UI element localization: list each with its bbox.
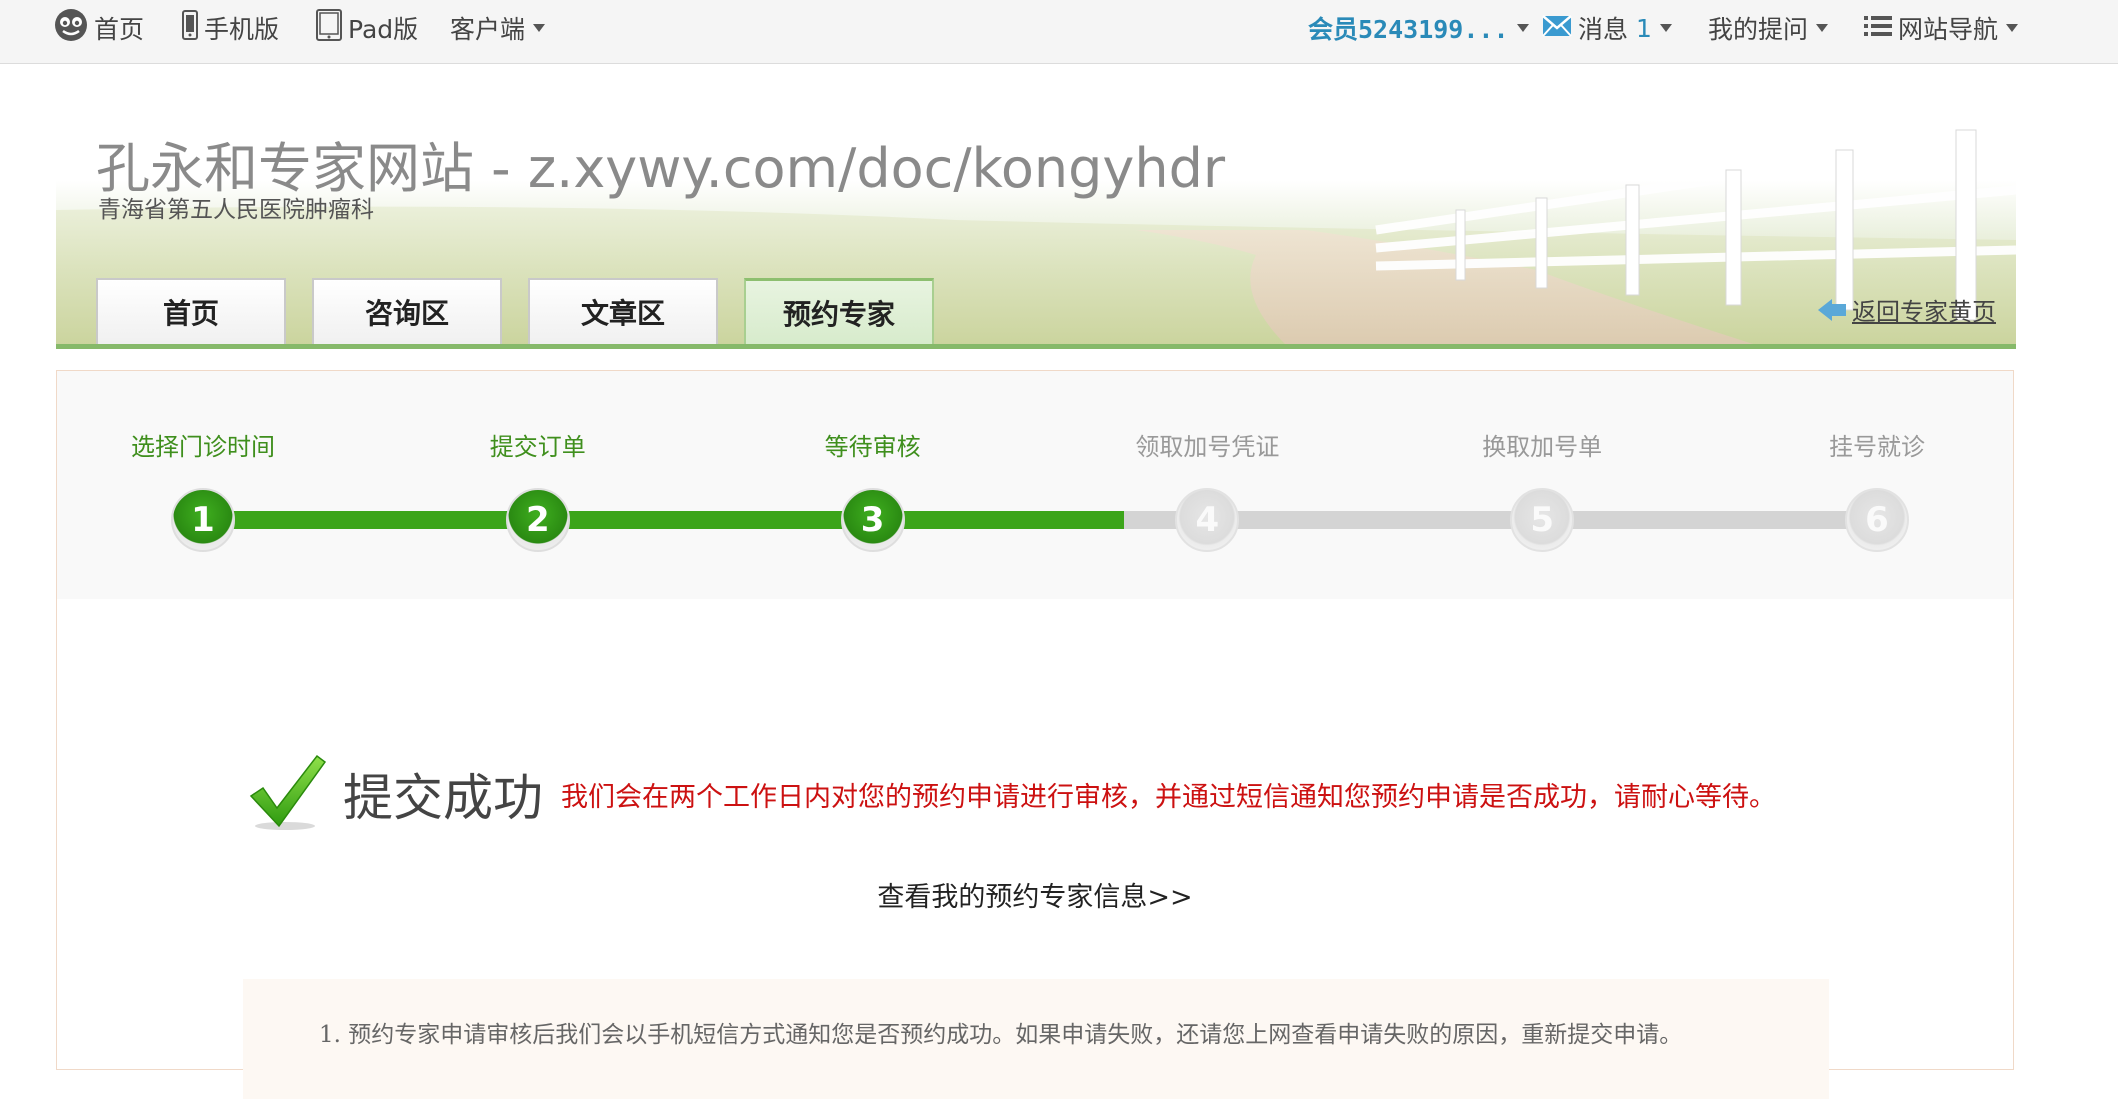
home-logo-icon: [54, 8, 88, 48]
step-label: 挂号就诊: [1829, 433, 1925, 461]
caret-down-icon: [1659, 24, 1672, 32]
step-number-badge: 3: [840, 488, 905, 552]
checkmark-icon: [247, 752, 329, 836]
back-link-label: 返回专家黄页: [1852, 298, 1996, 326]
list-icon: [1864, 14, 1892, 43]
success-row: 提交成功 我们会在两个工作日内对您的预约申请进行审核，并通过短信通知您预约申请是…: [247, 749, 1776, 839]
my-questions-dropdown[interactable]: 我的提问: [1708, 0, 1829, 56]
nav-client-dropdown[interactable]: 客户端: [450, 0, 546, 56]
hospital-subtitle: 青海省第五人民医院肿瘤科: [98, 197, 374, 223]
step-label: 换取加号单: [1482, 433, 1603, 461]
step-number-badge: 2: [505, 488, 570, 552]
caret-down-icon: [1516, 24, 1529, 32]
success-title: 提交成功: [343, 769, 543, 827]
top-bar: 首页 手机版 Pad版 客户端 会员5243199... 消息 1 我的提问 网…: [0, 0, 2118, 64]
site-nav-dropdown[interactable]: 网站导航: [1864, 0, 2019, 56]
step-label: 选择门诊时间: [131, 433, 275, 461]
success-message: 我们会在两个工作日内对您的预约申请进行审核，并通过短信通知您预约申请是否成功，请…: [561, 781, 1776, 813]
progress-steps: 选择门诊时间 1 提交订单 2 等待审核 3 领取加号凭证 4 换取加号单 5 挂号就诊 6: [57, 371, 2013, 599]
step-number-badge: 5: [1510, 488, 1575, 552]
tablet-icon: [316, 9, 342, 47]
step-number-badge: 6: [1845, 488, 1909, 552]
my-questions-label: 我的提问: [1708, 15, 1809, 44]
note-item: 1. 预约专家申请审核后我们会以手机短信方式通知您是否预约成功。如果申请失败，还…: [319, 1022, 1683, 1048]
member-dropdown[interactable]: 会员5243199...: [1308, 0, 1529, 56]
step-label: 提交订单: [489, 433, 586, 461]
nav-home-label: 首页: [94, 15, 145, 44]
caret-down-icon: [533, 24, 546, 32]
caret-down-icon: [2006, 24, 2019, 32]
member-label: 会员5243199...: [1308, 15, 1509, 44]
nav-pad[interactable]: Pad版: [316, 0, 418, 56]
messages-count: 1: [1636, 13, 1652, 43]
view-my-appointments-link[interactable]: 查看我的预约专家信息>>: [57, 875, 2013, 914]
step-label: 领取加号凭证: [1135, 433, 1280, 461]
progress-fill: [203, 511, 1124, 529]
back-to-yellowpage-link[interactable]: 返回专家黄页: [1818, 292, 1996, 327]
tab-articles[interactable]: 文章区: [528, 278, 718, 344]
nav-home[interactable]: 首页: [54, 0, 144, 56]
messages-label: 消息: [1578, 15, 1629, 44]
caret-down-icon: [1816, 24, 1829, 32]
step-number-badge: 1: [171, 488, 235, 552]
site-banner: 孔永和专家网站 - z.xywy.com/doc/kongyhdr 青海省第五人…: [56, 80, 2016, 345]
phone-icon: [182, 10, 198, 46]
banner-divider: [56, 344, 2016, 349]
notes-box: 1. 预约专家申请审核后我们会以手机短信方式通知您是否预约成功。如果申请失败，还…: [243, 979, 1829, 1099]
step-label: 等待审核: [824, 433, 921, 461]
nav-pad-label: Pad版: [348, 15, 419, 44]
mail-icon: [1542, 14, 1572, 43]
step-number-badge: 4: [1175, 488, 1240, 552]
appointment-panel: 选择门诊时间 1 提交订单 2 等待审核 3 领取加号凭证 4 换取加号单 5 挂号就诊 6 提交成功…: [56, 370, 2014, 1099]
back-arrow-icon: [1818, 298, 1832, 321]
messages-dropdown[interactable]: 消息 1: [1542, 0, 1672, 56]
tab-home[interactable]: 首页: [96, 278, 286, 344]
nav-client-label: 客户端: [450, 15, 526, 44]
tab-appointment[interactable]: 预约专家: [744, 278, 934, 344]
tab-consult[interactable]: 咨询区: [312, 278, 502, 344]
nav-mobile-label: 手机版: [204, 15, 280, 44]
nav-mobile[interactable]: 手机版: [182, 0, 279, 56]
site-nav-label: 网站导航: [1898, 15, 1999, 44]
